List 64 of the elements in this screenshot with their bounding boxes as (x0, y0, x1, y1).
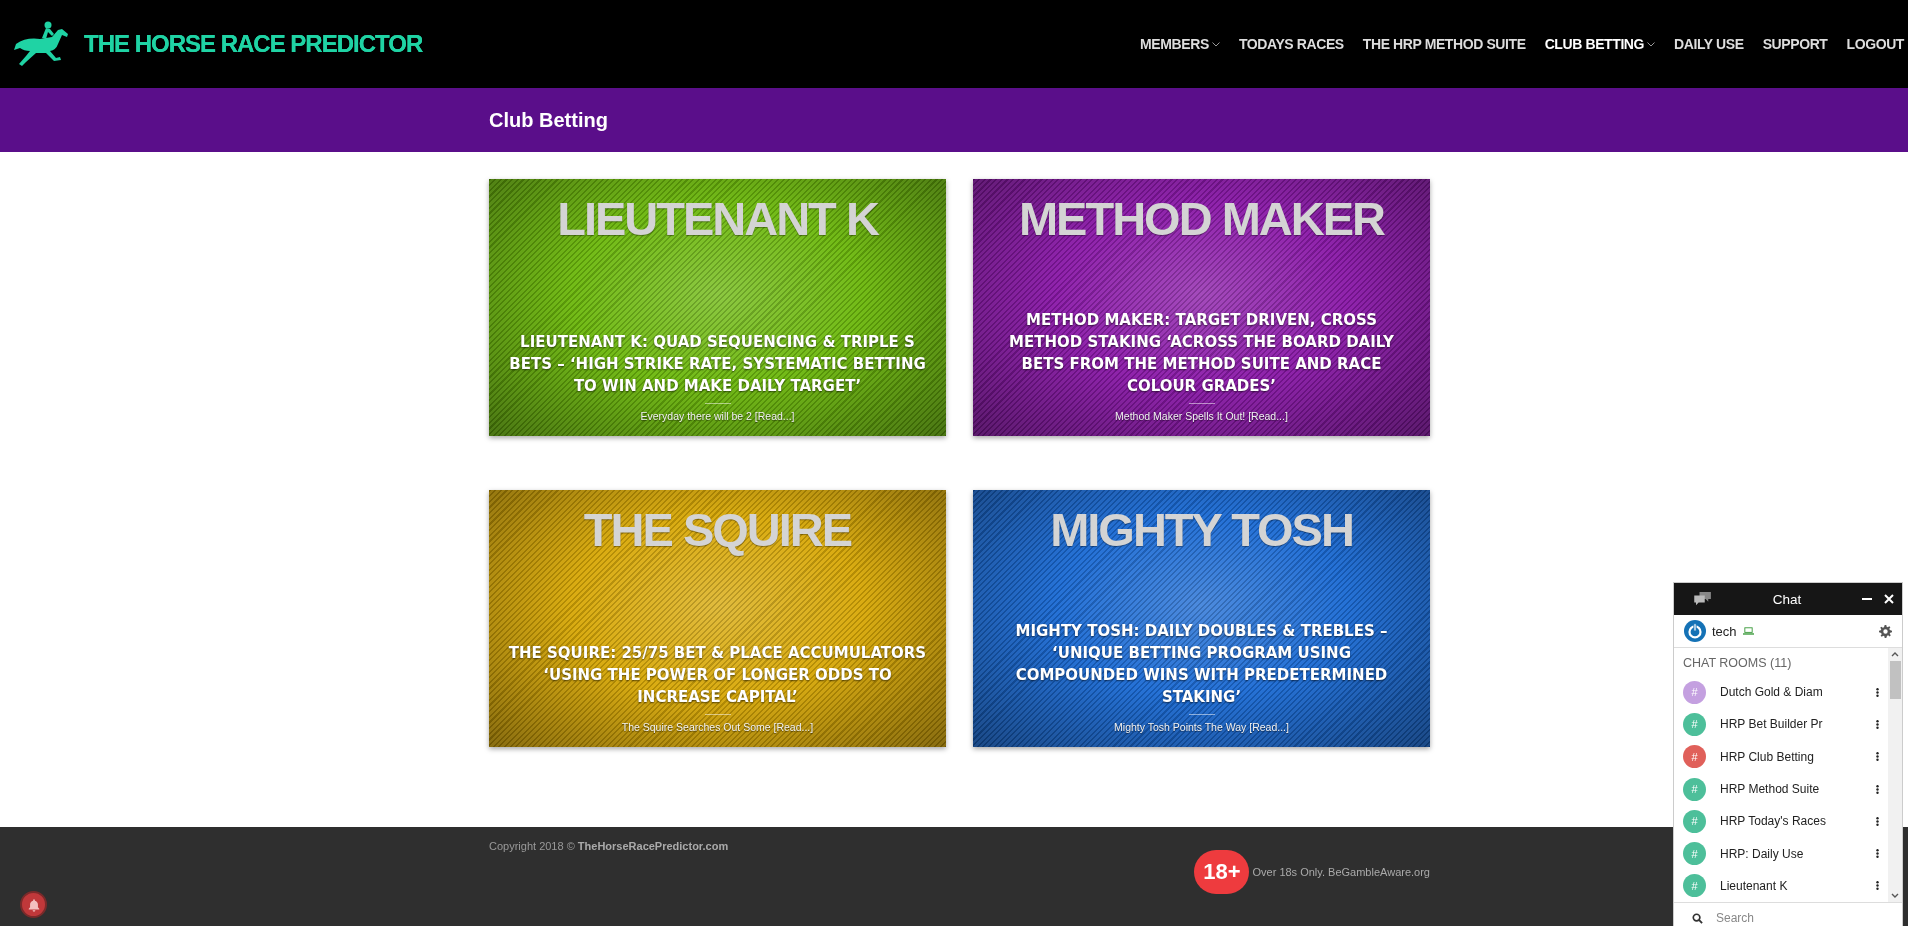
caret-icon (1211, 41, 1220, 47)
scrollbar[interactable] (1888, 648, 1902, 902)
more-options-icon[interactable] (1876, 848, 1879, 860)
nav-link[interactable]: LOGOUT (1846, 36, 1904, 52)
room-avatar: # (1683, 809, 1706, 833)
room-name[interactable]: Lieutenant K (1720, 878, 1836, 893)
room-name[interactable]: HRP Method Suite (1720, 782, 1836, 797)
power-icon[interactable] (1684, 620, 1706, 642)
bell-icon (26, 897, 41, 912)
room-avatar: # (1683, 745, 1706, 769)
read-more-link[interactable]: [Read...] (1248, 410, 1288, 422)
room-name[interactable]: HRP Club Betting (1720, 749, 1836, 764)
nav-link[interactable]: SUPPORT (1762, 36, 1828, 52)
copyright-text: Copyright 2018 © TheHorseRacePredictor.com (489, 840, 729, 854)
scroll-up-icon[interactable] (1891, 651, 1899, 657)
post-title[interactable]: MIGHTY TOSH: DAILY DOUBLES & TREBLES – ‘UNIQUE BETTING PROGRAM USING COMPOUNDED WINS WITH PREDETERMINED STAKING’ (989, 620, 1414, 708)
laptop-icon (1742, 627, 1754, 635)
chat-bubbles-icon (1694, 592, 1712, 606)
banner-title: MIGHTY TOSH (1050, 504, 1353, 556)
banner-title: LIEUTENANT K (557, 193, 878, 245)
search-field[interactable]: Search (1716, 911, 1866, 925)
banner-title: METHOD MAKER (1018, 193, 1384, 245)
close-icon[interactable] (1884, 594, 1894, 604)
more-options-icon[interactable] (1876, 751, 1879, 763)
nav-link[interactable]: CLUB BETTING (1544, 36, 1656, 52)
user-name: tech (1712, 623, 1737, 639)
age-badge: 18+ (1194, 850, 1250, 894)
post-card[interactable]: METHOD MAKER METHOD MAKER: TARGET DRIVEN, CROSS METHOD STAKING ‘ACROSS THE BOARD DAILY BETS FROM THE METHOD SUITE AND RACE COLOUR GRADES’ Method Maker Spells It Out! [Read...] (973, 179, 1430, 436)
room-name[interactable]: HRP Today's Races (1720, 814, 1836, 829)
scroll-thumb[interactable] (1889, 661, 1901, 699)
more-options-icon[interactable] (1876, 815, 1879, 827)
room-avatar: # (1683, 777, 1706, 801)
scroll-down-icon[interactable] (1891, 893, 1899, 899)
settings-icon[interactable] (1879, 624, 1892, 638)
nav-link[interactable]: MEMBERS (1140, 36, 1220, 52)
site-logo-text[interactable]: THE HORSE RACE PREDICTOR (84, 30, 423, 58)
gamble-aware-text: Over 18s Only. BeGambleAware.org (1252, 866, 1430, 878)
banner-title: THE SQUIRE (583, 504, 852, 556)
page-title: Club Betting (489, 108, 609, 132)
room-avatar: # (1683, 680, 1706, 704)
post-excerpt: The Squire Searches Out Some [Read...] (621, 721, 814, 733)
more-options-icon[interactable] (1876, 718, 1879, 730)
post-title[interactable]: METHOD MAKER: TARGET DRIVEN, CROSS METHOD STAKING ‘ACROSS THE BOARD DAILY BETS FROM THE METHOD SUITE AND RACE COLOUR GRADES’ (989, 309, 1414, 397)
caret-icon (1647, 41, 1656, 47)
post-excerpt: Mighty Tosh Points The Way [Read...] (1114, 721, 1289, 733)
room-avatar: # (1683, 712, 1706, 736)
more-options-icon[interactable] (1876, 880, 1879, 892)
room-name[interactable]: HRP Bet Builder Pr (1720, 717, 1836, 732)
room-name[interactable]: HRP: Daily Use (1720, 846, 1836, 861)
room-avatar: # (1683, 874, 1706, 898)
read-more-link[interactable]: [Read...] (1249, 721, 1289, 733)
rooms-heading: CHAT ROOMS (11) (1682, 655, 1793, 672)
chat-title: Chat (1771, 591, 1803, 607)
post-excerpt: Method Maker Spells It Out! [Read...] (1115, 410, 1288, 422)
search-icon (1692, 912, 1703, 924)
nav-link[interactable]: THE HRP METHOD SUITE (1362, 36, 1526, 52)
more-options-icon[interactable] (1876, 686, 1879, 698)
room-avatar: # (1683, 842, 1706, 866)
more-options-icon[interactable] (1876, 783, 1879, 795)
nav-link[interactable]: DAILY USE (1674, 36, 1744, 52)
post-excerpt: Everyday there will be 2 [Read...] (640, 410, 795, 422)
nav-link[interactable]: TODAYS RACES (1238, 36, 1344, 52)
room-name[interactable]: Dutch Gold & Diam (1720, 685, 1836, 700)
post-card[interactable]: MIGHTY TOSH MIGHTY TOSH: DAILY DOUBLES & TREBLES – ‘UNIQUE BETTING PROGRAM USING COMPOUNDED WINS WITH PREDETERMINED STAKING’ Mighty Tosh Points The Way [Read...] (973, 490, 1430, 747)
